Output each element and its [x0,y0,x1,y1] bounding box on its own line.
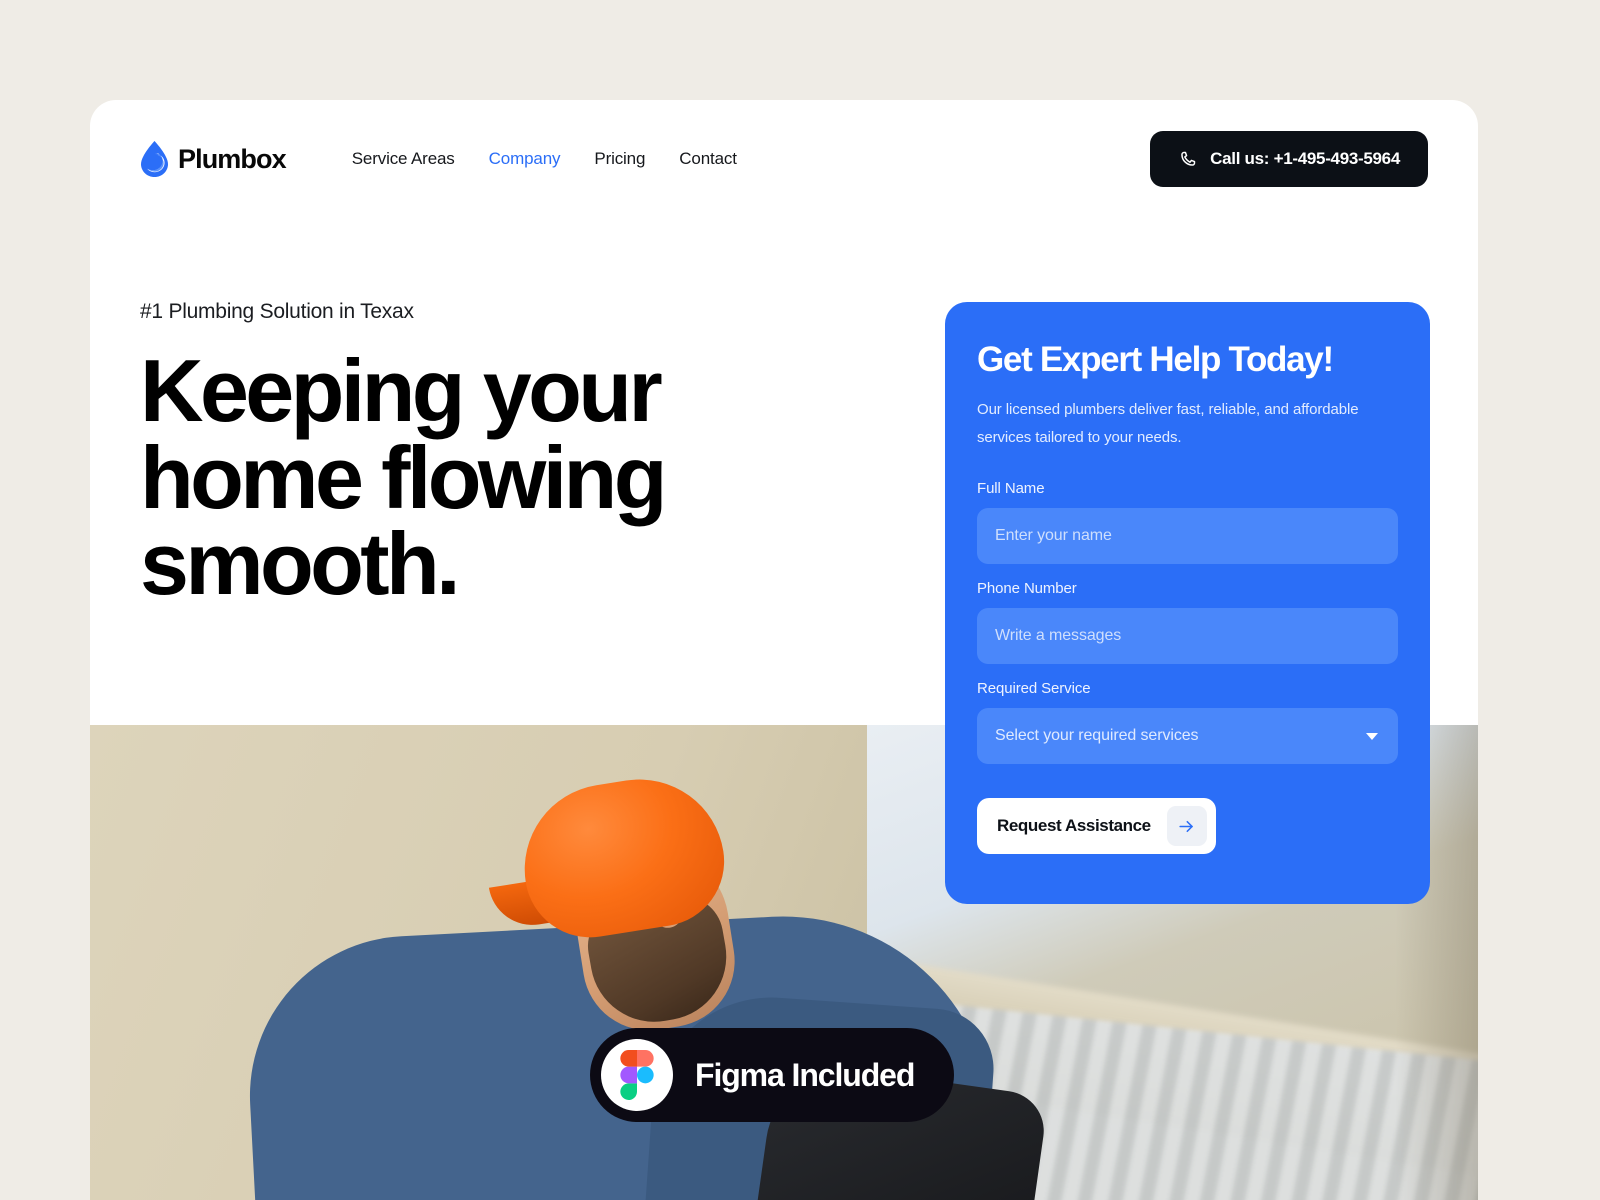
brand-logo[interactable]: Plumbox [140,141,287,177]
hero-eyebrow: #1 Plumbing Solution in Texax [140,300,414,323]
nav-item-company[interactable]: Company [489,149,561,169]
field-required-service: Required Service Select your required se… [977,680,1398,765]
nav-item-pricing[interactable]: Pricing [594,149,645,169]
water-droplet-icon [141,141,168,177]
required-service-value: Select your required services [995,727,1199,745]
page-canvas: Plumbox Service Areas Company Pricing Co… [0,0,1600,1200]
site-header: Plumbox Service Areas Company Pricing Co… [90,100,1478,218]
hero-copy: #1 Plumbing Solution in Texax Keeping yo… [140,300,920,608]
required-service-label: Required Service [977,680,1091,698]
form-title: Get Expert Help Today! [977,340,1334,379]
required-service-select[interactable]: Select your required services [977,708,1398,765]
nav-item-service-areas[interactable]: Service Areas [352,149,455,169]
chevron-down-icon [1366,732,1378,740]
request-assistance-label: Request Assistance [997,816,1151,836]
hero-title: Keeping your home flowing smooth. [140,341,667,614]
main-nav: Service Areas Company Pricing Contact [352,149,737,169]
phone-number-label: Phone Number [977,580,1077,598]
figma-badge-label: Figma Included [695,1056,915,1093]
field-phone-number: Phone Number [977,580,1398,665]
full-name-label: Full Name [977,480,1045,498]
figma-logo-icon [601,1039,673,1111]
field-full-name: Full Name [977,480,1398,565]
brand-name: Plumbox [178,143,287,174]
figma-included-badge: Figma Included [590,1028,955,1122]
form-subtitle: Our licensed plumbers deliver fast, reli… [977,400,1359,446]
call-us-label: Call us: +1-495-493-5964 [1210,149,1400,168]
call-us-button[interactable]: Call us: +1-495-493-5964 [1150,131,1428,187]
phone-number-input[interactable] [977,608,1398,665]
request-assistance-button[interactable]: Request Assistance [977,798,1216,855]
phone-icon [1181,151,1196,166]
full-name-input[interactable] [977,508,1398,565]
arrow-right-icon [1166,806,1207,847]
photo-plumber-figure [201,725,1049,1200]
lead-form-card: Get Expert Help Today! Our licensed plum… [945,302,1430,904]
nav-item-contact[interactable]: Contact [679,149,737,169]
